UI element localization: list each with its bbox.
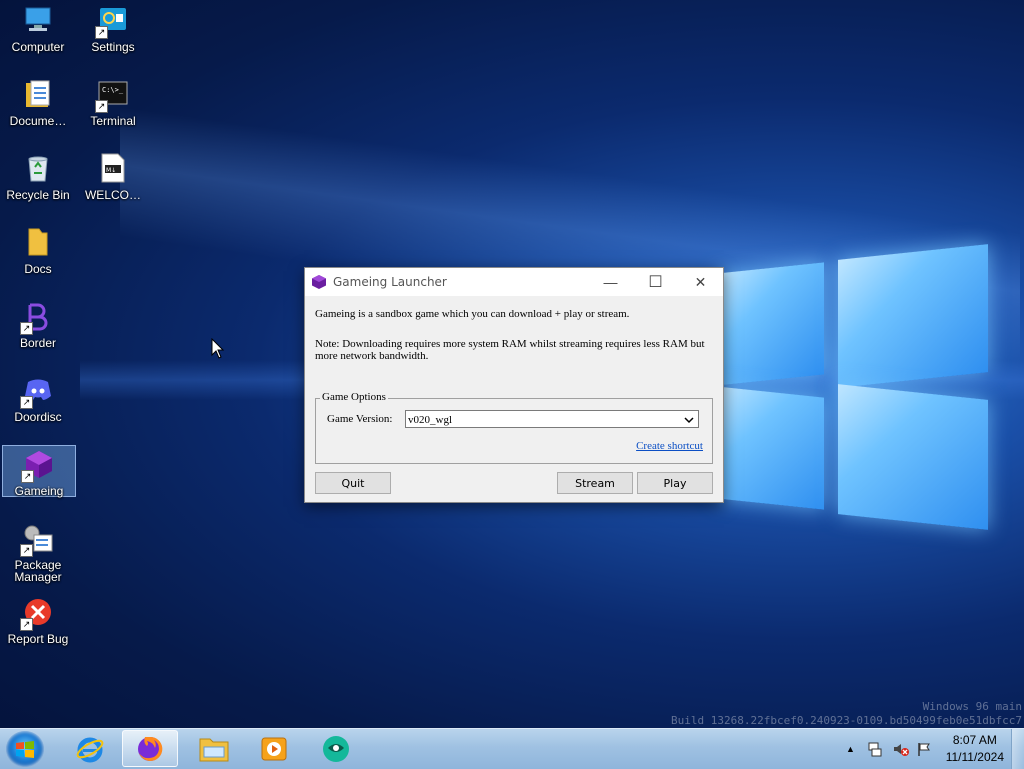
system-clock[interactable]: 8:07 AM 11/11/2024 (946, 732, 1004, 766)
desktop-icon-welcome[interactable]: M↓ WELCO… (77, 152, 149, 201)
volume-muted-icon[interactable] (892, 729, 910, 769)
shortcut-arrow-icon: ↗ (20, 618, 33, 631)
desktop-icon-recycle-bin[interactable]: Recycle Bin (2, 152, 74, 201)
shortcut-arrow-icon: ↗ (20, 396, 33, 409)
desktop-icon-terminal[interactable]: C:\>_ ↗ Terminal (77, 78, 149, 127)
clock-date: 11/11/2024 (945, 750, 1004, 764)
desktop-icon-label: Border (19, 336, 57, 350)
shortcut-arrow-icon: ↗ (95, 100, 108, 113)
build-watermark-line2: Build 13268.22fbcef0.240923-0109.bd50499… (671, 714, 1022, 727)
tray-overflow-arrow[interactable]: ▲ (846, 729, 855, 769)
desktop-icon-label: Computer (11, 40, 65, 54)
desktop-icon-label: Recycle Bin (6, 188, 70, 202)
quit-button[interactable]: Quit (315, 472, 391, 494)
terminal-icon: C:\>_ ↗ (95, 78, 129, 113)
action-center-flag-icon[interactable] (916, 729, 932, 769)
report-bug-icon: ↗ (20, 596, 54, 631)
create-shortcut-link[interactable]: Create shortcut (636, 440, 703, 452)
taskbar-app-chat[interactable] (308, 730, 364, 767)
shortcut-arrow-icon: ↗ (20, 544, 33, 557)
desktop-icon-settings[interactable]: ↗ Settings (77, 4, 149, 53)
border-app-icon: ↗ (20, 300, 54, 335)
desktop-icon-package-manager[interactable]: ↗ Package Manager (2, 522, 74, 583)
desktop-icon-doordisc[interactable]: ↗ Doordisc (2, 374, 74, 423)
group-label: Game Options (320, 391, 388, 403)
shortcut-arrow-icon: ↗ (21, 470, 34, 483)
clock-time: 8:07 AM (952, 733, 997, 747)
gameing-app-icon (311, 274, 327, 290)
desktop-icon-label: WELCO… (84, 188, 141, 202)
internet-explorer-icon (76, 737, 104, 762)
taskbar-internet-explorer[interactable] (62, 730, 118, 767)
taskbar-firefox[interactable] (122, 730, 178, 767)
desktop-icon-label: Settings (91, 40, 135, 54)
show-desktop-button[interactable] (1011, 729, 1024, 769)
taskbar: ▲ 8:07 AM 11/11/2024 (0, 728, 1024, 769)
start-button[interactable] (6, 731, 44, 767)
taskbar-file-explorer[interactable] (186, 730, 242, 767)
desktop-icon-border[interactable]: ↗ Border (2, 300, 74, 349)
close-button[interactable]: ✕ (678, 268, 723, 296)
minimize-button[interactable]: — (588, 268, 633, 296)
game-version-select[interactable]: v020_wgl (405, 410, 699, 428)
package-manager-icon: ↗ (20, 522, 54, 557)
chat-bubble-icon (323, 735, 349, 762)
desktop-icon-report-bug[interactable]: ↗ Report Bug (2, 596, 74, 645)
svg-text:C:\>_: C:\>_ (102, 86, 124, 94)
desktop-icon-label: Gameing (14, 484, 64, 498)
documents-folder-icon (22, 78, 54, 110)
doordisc-icon: ↗ (20, 374, 54, 409)
desktop-icon-label: Package Manager (14, 558, 62, 584)
markdown-file-icon: M↓ (97, 152, 129, 184)
computer-icon (22, 4, 54, 36)
chevron-down-icon (684, 411, 694, 436)
settings-icon: ↗ (95, 4, 129, 39)
shortcut-arrow-icon: ↗ (95, 26, 108, 39)
description-text: Gameing is a sandbox game which you can … (315, 308, 630, 320)
title-bar[interactable]: Gameing Launcher — ☐ ✕ (305, 268, 723, 296)
desktop-icon-documents[interactable]: Docume… (2, 78, 74, 127)
mouse-cursor-icon (211, 338, 225, 359)
media-player-icon (261, 737, 287, 760)
note-text: Note: Downloading requires more system R… (315, 338, 705, 362)
taskbar-media-player[interactable] (246, 730, 302, 767)
stream-button[interactable]: Stream (557, 472, 633, 494)
gameing-cube-icon: ↗ (21, 448, 55, 483)
svg-text:M↓: M↓ (106, 167, 116, 174)
game-version-value: v020_wgl (408, 414, 452, 426)
firefox-icon (138, 736, 163, 761)
windows-flag-icon (16, 741, 34, 758)
maximize-button[interactable]: ☐ (633, 268, 678, 296)
desktop-icon-gameing[interactable]: ↗ Gameing (2, 445, 76, 497)
desktop-icon-label: Doordisc (14, 410, 62, 424)
folder-icon (22, 226, 54, 258)
desktop-icon-label: Terminal (90, 114, 136, 128)
desktop-icon-label: Report Bug (7, 632, 69, 646)
recycle-bin-icon (22, 152, 54, 184)
shortcut-arrow-icon: ↗ (20, 322, 33, 335)
game-version-label: Game Version: (327, 413, 393, 425)
network-icon[interactable] (866, 729, 884, 769)
build-watermark-line1: Windows 96 main (922, 700, 1022, 713)
desktop-icon-docs[interactable]: Docs (2, 226, 74, 275)
game-options-group: Game Options (315, 391, 713, 464)
desktop-icon-label: Docs (24, 262, 52, 276)
gameing-launcher-window: Gameing Launcher — ☐ ✕ Gameing is a sand… (304, 267, 724, 503)
play-button[interactable]: Play (637, 472, 713, 494)
desktop-icon-computer[interactable]: Computer (2, 4, 74, 53)
window-title: Gameing Launcher (333, 275, 447, 289)
desktop-icon-label: Docume… (9, 114, 67, 128)
file-explorer-icon (199, 738, 229, 761)
windows-logo-wallpaper (716, 232, 996, 552)
